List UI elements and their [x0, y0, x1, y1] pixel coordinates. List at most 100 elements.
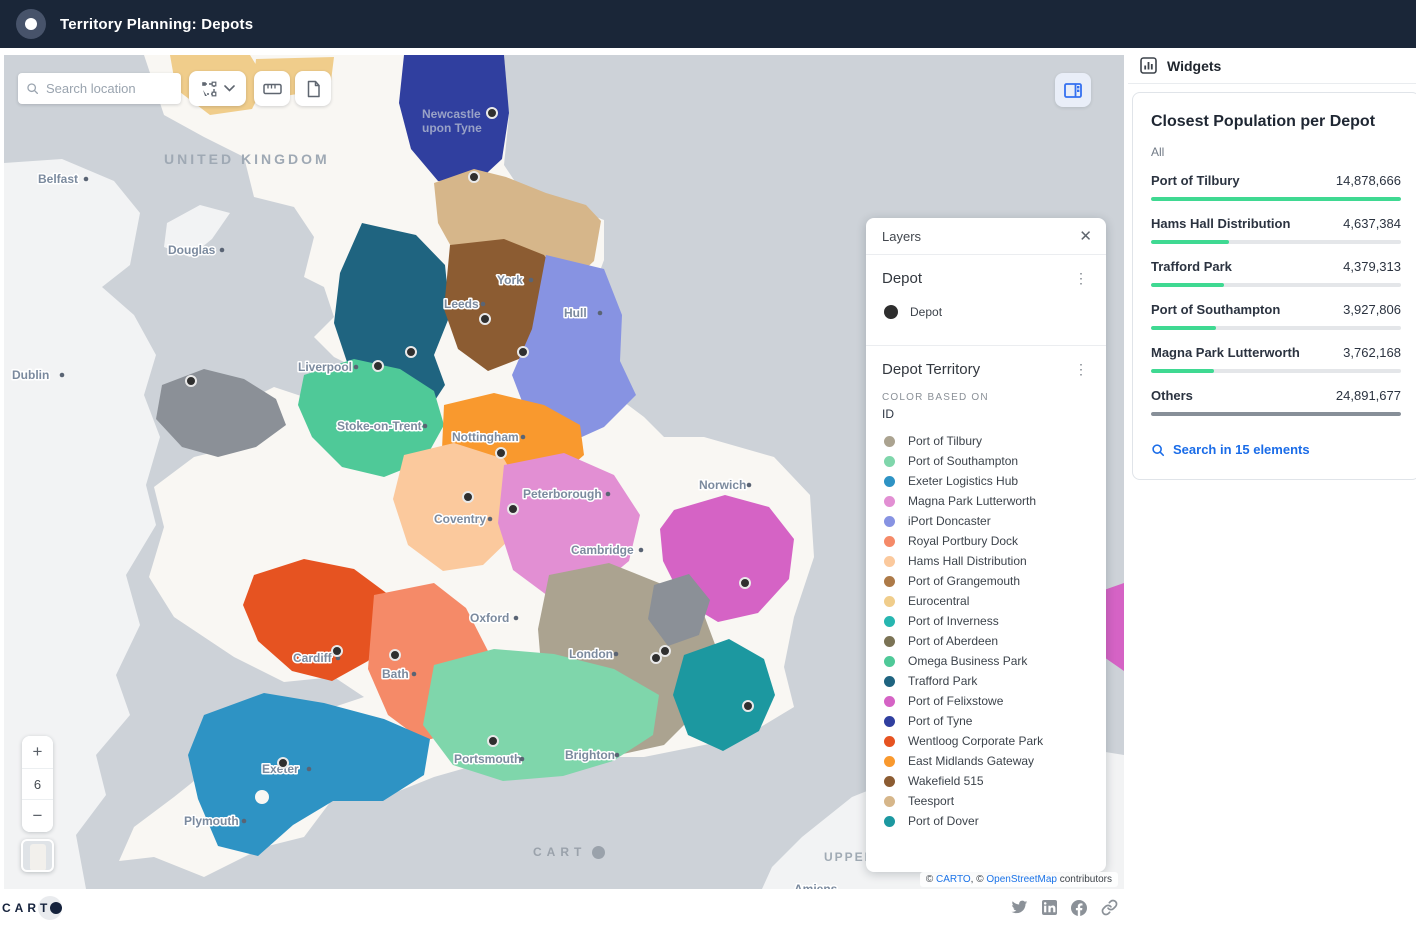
- layers-panel: Layers ✕ Depot ⋮ Depot Depot: [866, 218, 1106, 872]
- city-label-cardiff: Cardiff: [293, 651, 333, 665]
- widget-row-label: Trafford Park: [1151, 259, 1232, 274]
- territory-legend-row: Port of Inverness: [882, 611, 1090, 631]
- widget-row-value: 3,927,806: [1343, 302, 1401, 317]
- widget-row-bar: [1151, 240, 1401, 244]
- zoom-out-button[interactable]: −: [22, 800, 53, 832]
- city-label-belfast: Belfast: [38, 172, 78, 186]
- legend-color-dot: [884, 456, 895, 467]
- feature-info-button[interactable]: [295, 71, 331, 106]
- legend-label: Magna Park Lutterworth: [908, 494, 1036, 508]
- app-logo-icon[interactable]: [16, 9, 46, 39]
- legend-label: Royal Portbury Dock: [908, 534, 1018, 548]
- widget-row-value: 4,379,313: [1343, 259, 1401, 274]
- widget-row[interactable]: Trafford Park 4,379,313: [1151, 259, 1401, 287]
- city-label-newcastle-2: upon Tyne: [422, 121, 482, 135]
- search-icon: [26, 81, 39, 96]
- legend-color-dot: [884, 756, 895, 767]
- legend-color-dot: [884, 816, 895, 827]
- widget-search-link[interactable]: Search in 15 elements: [1151, 442, 1310, 457]
- minimap-button[interactable]: [21, 839, 54, 872]
- widget-row[interactable]: Port of Southampton 3,927,806: [1151, 302, 1401, 330]
- legend-label: Hams Hall Distribution: [908, 554, 1027, 568]
- city-label-york: York: [497, 273, 523, 287]
- polygon-select-button[interactable]: [189, 71, 246, 106]
- widget-row-bar: [1151, 197, 1401, 201]
- kebab-menu-icon[interactable]: ⋮: [1072, 269, 1090, 287]
- carto-watermark: CART: [533, 845, 605, 859]
- legend-label: Eurocentral: [908, 594, 969, 608]
- depot-legend-label: Depot: [910, 305, 942, 319]
- color-field-name: ID: [882, 407, 1090, 421]
- facebook-icon[interactable]: [1071, 900, 1087, 916]
- widget-row-value: 14,878,666: [1336, 173, 1401, 188]
- carto-logo[interactable]: CART: [2, 895, 62, 921]
- territory-legend-row: Port of Tyne: [882, 711, 1090, 731]
- legend-color-dot: [884, 636, 895, 647]
- legend-color-dot: [884, 436, 895, 447]
- city-label-stoke: Stoke-on-Trent: [337, 419, 422, 433]
- exeter-hole: [255, 790, 269, 804]
- widget-row-value: 24,891,677: [1336, 388, 1401, 403]
- territory-legend-row: East Midlands Gateway: [882, 751, 1090, 771]
- zoom-level: 6: [22, 768, 53, 800]
- legend-label: Port of Aberdeen: [908, 634, 998, 648]
- widget-row[interactable]: Magna Park Lutterworth 3,762,168: [1151, 345, 1401, 373]
- territory-legend-row: Exeter Logistics Hub: [882, 471, 1090, 491]
- widget-row-bar: [1151, 326, 1401, 330]
- widget-row-label: Magna Park Lutterworth: [1151, 345, 1300, 360]
- territory-legend-row: Hams Hall Distribution: [882, 551, 1090, 571]
- twitter-icon[interactable]: [1011, 900, 1028, 915]
- legend-label: Omega Business Park: [908, 654, 1027, 668]
- osm-attribution-link[interactable]: OpenStreetMap: [986, 874, 1057, 885]
- map-canvas[interactable]: UNITED KINGDOM UPPER Amiens Belfast Doug…: [4, 55, 1124, 889]
- kebab-menu-icon[interactable]: ⋮: [1072, 360, 1090, 378]
- territory-legend-row: Wentloog Corporate Park: [882, 731, 1090, 751]
- legend-label: Wakefield 515: [908, 774, 984, 788]
- carto-attribution-link[interactable]: CARTO: [936, 874, 971, 885]
- widget-row-bar: [1151, 412, 1401, 416]
- zoom-in-button[interactable]: +: [22, 736, 53, 768]
- chevron-down-icon: [224, 85, 235, 92]
- widget-row-label: Port of Southampton: [1151, 302, 1280, 317]
- widget-row[interactable]: Port of Tilbury14,878,666: [1151, 173, 1401, 201]
- legend-color-dot: [884, 576, 895, 587]
- widget-row[interactable]: Others 24,891,677: [1151, 388, 1401, 416]
- legend-color-dot: [884, 476, 895, 487]
- close-icon[interactable]: ✕: [1079, 229, 1092, 244]
- legend-color-dot: [884, 696, 895, 707]
- app-footer: CART: [0, 889, 1416, 926]
- legend-label: Port of Tilbury: [908, 434, 982, 448]
- widget-row-bar: [1151, 283, 1401, 287]
- territory-legend-list: Port of Tilbury Port of SouthamptonExeter…: [882, 431, 1090, 831]
- city-label-liverpool: Liverpool: [298, 360, 352, 374]
- depot-legend-dot: [884, 305, 898, 319]
- country-label: UNITED KINGDOM: [164, 151, 330, 167]
- measure-button[interactable]: [254, 71, 290, 106]
- depot-territory-layer-section: Depot Territory ⋮ COLOR BASED ON ID Port…: [866, 346, 1106, 841]
- territory-legend-row: Port of Aberdeen: [882, 631, 1090, 651]
- widget-row[interactable]: Hams Hall Distribution4,637,384: [1151, 216, 1401, 244]
- share-link-icon[interactable]: [1101, 899, 1118, 916]
- territory-legend-row: Wakefield 515: [882, 771, 1090, 791]
- search-input[interactable]: [46, 81, 173, 96]
- location-search[interactable]: [18, 73, 181, 104]
- widgets-panel-toggle-button[interactable]: [1055, 73, 1091, 107]
- territory-legend-row: Port of Southampton: [882, 451, 1090, 471]
- city-label-nottingham: Nottingham: [452, 430, 519, 444]
- legend-label: East Midlands Gateway: [908, 754, 1034, 768]
- linkedin-icon[interactable]: [1042, 900, 1057, 915]
- territory-legend-row: Trafford Park: [882, 671, 1090, 691]
- document-icon: [306, 80, 321, 98]
- legend-label: Trafford Park: [908, 674, 977, 688]
- app-header: Territory Planning: Depots: [0, 0, 1416, 48]
- legend-label: Teesport: [908, 794, 954, 808]
- depot-legend-row: Depot: [884, 305, 1090, 319]
- territory-legend-row: Omega Business Park: [882, 651, 1090, 671]
- widget-row-value: 3,762,168: [1343, 345, 1401, 360]
- territory-legend-row: Port of Grangemouth: [882, 571, 1090, 591]
- legend-color-dot: [884, 556, 895, 567]
- widget-rows: Port of Tilbury14,878,666 Hams Hall Distr…: [1151, 173, 1401, 416]
- depot-layer-title: Depot: [882, 270, 922, 287]
- layers-panel-title: Layers: [882, 229, 921, 244]
- widget-row-label: Others: [1151, 388, 1193, 403]
